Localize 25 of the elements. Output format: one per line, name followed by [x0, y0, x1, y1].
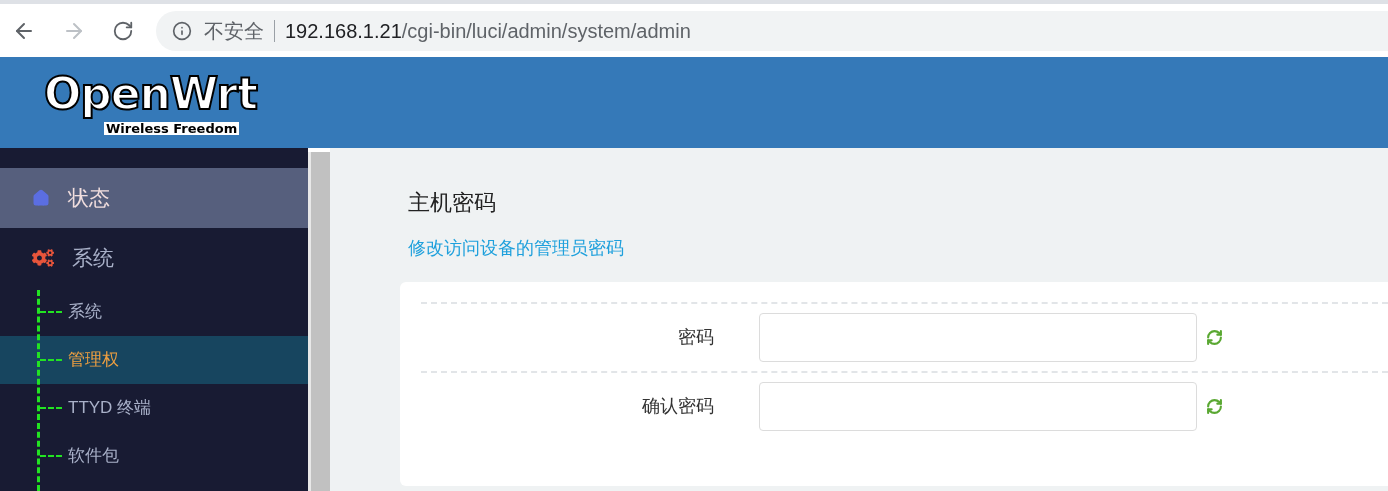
gears-icon: [32, 247, 54, 269]
nav-subitem[interactable]: 软件包: [0, 432, 308, 480]
nav-subitem[interactable]: TTYD 终端: [0, 384, 308, 432]
nav-item[interactable]: 系统: [0, 228, 308, 288]
nav-item[interactable]: 状态: [0, 168, 308, 228]
refresh-icon[interactable]: [1206, 398, 1223, 415]
home-icon: [32, 189, 50, 207]
url-path: /cgi-bin/luci/admin/system/admin: [401, 18, 691, 44]
logo-title: OpenWrt: [44, 71, 257, 116]
password-field[interactable]: [759, 382, 1197, 431]
field-label: 密码: [677, 326, 714, 349]
security-label: 不安全: [204, 18, 264, 44]
page-title: 主机密码: [408, 189, 497, 217]
url-host: 192.168.1.21: [285, 18, 402, 44]
logo-tagline: Wireless Freedom: [104, 121, 240, 135]
reload-button[interactable]: [112, 19, 134, 42]
scrollbar[interactable]: [308, 152, 330, 491]
refresh-icon[interactable]: [1206, 329, 1223, 346]
nav-subitem[interactable]: 管理权: [0, 336, 308, 384]
password-field[interactable]: [759, 313, 1197, 362]
nav-subitem[interactable]: 系统: [0, 288, 308, 336]
page-description: 修改访问设备的管理员密码: [408, 237, 625, 260]
info-icon: [172, 20, 192, 41]
address-bar[interactable]: 不安全 192.168.1.21/cgi-bin/luci/admin/system/admin: [156, 10, 1388, 51]
field-label: 确认密码: [641, 395, 714, 418]
